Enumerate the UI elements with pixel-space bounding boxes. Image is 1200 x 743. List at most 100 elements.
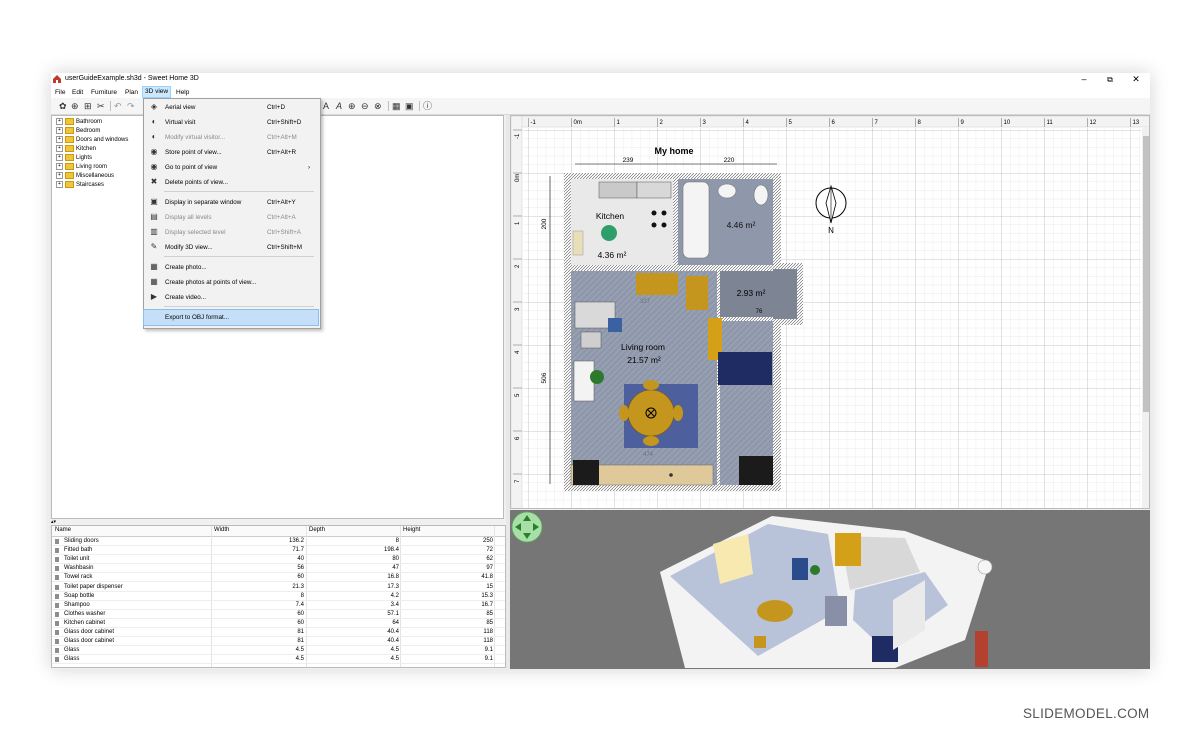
furniture-icon [55, 557, 59, 563]
menu-item[interactable]: ◈ Aerial view Ctrl+D [144, 100, 318, 115]
text-style-icon[interactable]: A [323, 101, 329, 111]
catalog-item[interactable]: + Doors and windows [56, 136, 128, 145]
redo-icon[interactable]: ↷ [127, 101, 135, 111]
close-button[interactable]: ✕ [1124, 73, 1148, 87]
minimize-button[interactable]: – [1072, 73, 1096, 87]
menu-item[interactable]: ✖ Delete points of view... [144, 175, 318, 190]
photo-icon[interactable]: ▦ [392, 101, 401, 111]
catalog-item[interactable]: + Staircases [56, 181, 104, 190]
expand-icon[interactable]: + [56, 127, 63, 134]
armchair[interactable] [686, 276, 708, 310]
expand-icon[interactable]: + [56, 145, 63, 152]
cabinet[interactable] [636, 273, 678, 295]
table-row[interactable]: Towel rack 60 16.8 41.8 [52, 573, 505, 583]
undo-icon[interactable]: ↶ [114, 101, 122, 111]
column-header-height[interactable]: Height [403, 527, 420, 533]
menu-item[interactable]: ▶ Create video... [144, 290, 318, 305]
table-row[interactable]: Kitchen cabinet 60 64 85 [52, 619, 505, 628]
3d-view[interactable] [510, 510, 1150, 669]
toolbar-separator [388, 101, 389, 111]
column-header-depth[interactable]: Depth [309, 527, 325, 533]
plan-canvas[interactable]: -1 0m 1 2 3 4 5 6 7 8 9 10 11 12 13 -10m1234567 My hom… [511, 116, 1150, 509]
armchair[interactable] [573, 460, 599, 485]
menu-plan[interactable]: Plan [125, 88, 138, 97]
catalog-item[interactable]: + Bathroom [56, 118, 102, 127]
table-row[interactable]: Clothes washer 60 57.1 85 [52, 610, 505, 619]
dimension-label: 76 [756, 309, 763, 315]
menu-item[interactable]: ◉ Go to point of view › [144, 160, 318, 175]
expand-icon[interactable]: + [56, 172, 63, 179]
column-header-width[interactable]: Width [214, 527, 229, 533]
chair[interactable] [619, 405, 629, 421]
catalog-item[interactable]: + Kitchen [56, 145, 96, 154]
expand-icon[interactable]: + [56, 136, 63, 143]
table-row[interactable]: Glass 4.5 4.5 9.1 [52, 655, 505, 665]
maximize-button[interactable]: ⧉ [1098, 73, 1122, 87]
zoom-in-icon[interactable]: ⊕ [348, 101, 356, 111]
table-row[interactable]: Glass 4.5 4.5 9.1 [52, 646, 505, 656]
catalog-item[interactable]: + Bedroom [56, 127, 100, 136]
washbasin[interactable] [717, 183, 737, 199]
menu-file[interactable]: File [55, 88, 65, 97]
table-row[interactable]: Soap bottle 8 4.2 15.3 [52, 592, 505, 601]
table-row[interactable]: Glass door cabinet 81 40.4 118 [52, 628, 505, 637]
menu-help[interactable]: Help [176, 88, 189, 97]
kitchen-cabinet[interactable] [598, 181, 638, 199]
expand-icon[interactable]: + [56, 154, 63, 161]
menu-item[interactable]: ▥ Display selected level Ctrl+Shift+A [144, 225, 318, 240]
video-icon[interactable]: ▣ [405, 101, 414, 111]
plan-scrollbar-thumb[interactable] [1143, 136, 1149, 412]
expand-icon[interactable]: + [56, 181, 63, 188]
toilet-unit[interactable] [753, 184, 769, 206]
chair[interactable] [643, 380, 659, 390]
3d-canvas[interactable] [510, 510, 1150, 669]
help-icon[interactable]: ⓘ [423, 101, 432, 111]
chair[interactable] [673, 405, 683, 421]
zoom-fit-icon[interactable]: ⊗ [374, 101, 382, 111]
table-row[interactable]: Glass door cabinet 81 40.4 118 [52, 637, 505, 647]
column-header-name[interactable]: Name [55, 527, 71, 533]
horizontal-splitter[interactable]: ▴▾ [51, 519, 504, 525]
table-row[interactable]: Toilet paper dispenser 21.3 17.3 15 [52, 583, 505, 592]
copy-icon[interactable]: ⊞ [84, 101, 92, 111]
menu-item[interactable]: ◉ Store point of view... Ctrl+Alt+R [144, 145, 318, 160]
zoom-out-icon[interactable]: ⊖ [361, 101, 369, 111]
computer[interactable] [580, 331, 602, 349]
navigation-arrows[interactable] [511, 511, 543, 543]
menu-item[interactable]: ✎ Modify 3D view... Ctrl+Shift+M [144, 240, 318, 255]
menu-edit[interactable]: Edit [72, 88, 83, 97]
sofa[interactable] [739, 456, 773, 485]
table-row[interactable]: Sliding doors 136.2 8 250 [52, 537, 505, 546]
table-row[interactable]: Washbasin 56 47 97 [52, 564, 505, 574]
catalog-item[interactable]: + Lights [56, 154, 92, 163]
expand-icon[interactable]: + [56, 163, 63, 170]
catalog-item[interactable]: + Living room [56, 163, 107, 172]
expand-icon[interactable]: + [56, 118, 63, 125]
menu-item[interactable]: ▦ Create photos at points of view... [144, 275, 318, 290]
desk-chair[interactable] [608, 318, 622, 332]
table-row[interactable]: Fitted bath 71.7 198.4 72 [52, 546, 505, 556]
menu-item[interactable]: Export to OBJ format... [143, 309, 319, 326]
bed[interactable] [718, 352, 772, 385]
new-home-icon[interactable]: ✿ [59, 101, 67, 111]
kitchen-table[interactable] [572, 230, 584, 256]
cooktop[interactable] [636, 181, 672, 199]
menu-item[interactable]: ▣ Display in separate window Ctrl+Alt+Y [144, 195, 318, 210]
menu-item[interactable]: ▦ Create photo... [144, 260, 318, 275]
catalog-item[interactable]: + Miscellaneous [56, 172, 114, 181]
fitted-bath[interactable] [682, 181, 710, 259]
table-row[interactable]: Shampoo 7.4 3.4 16.7 [52, 601, 505, 610]
dining-table [757, 600, 793, 622]
chair[interactable] [643, 436, 659, 446]
menu-3d-view[interactable]: 3D view [141, 86, 172, 98]
menu-item[interactable]: ◐ Virtual visit Ctrl+Shift+D [144, 115, 318, 130]
scissors-icon[interactable]: ✂ [97, 101, 105, 111]
italic-icon[interactable]: A [336, 101, 342, 111]
plan-view[interactable]: -1 0m 1 2 3 4 5 6 7 8 9 10 11 12 13 -1 0m 1 2 3 4 5 6 7 My hom… [510, 115, 1150, 509]
menu-item[interactable]: ▤ Display all levels Ctrl+Alt+A [144, 210, 318, 225]
door[interactable] [573, 360, 595, 402]
cut-icon[interactable]: ⊕ [71, 101, 79, 111]
table-row[interactable]: Toilet unit 40 80 62 [52, 555, 505, 565]
menu-item[interactable]: ◐ Modify virtual visitor... Ctrl+Alt+M [144, 130, 318, 145]
menu-furniture[interactable]: Furniture [91, 88, 117, 97]
